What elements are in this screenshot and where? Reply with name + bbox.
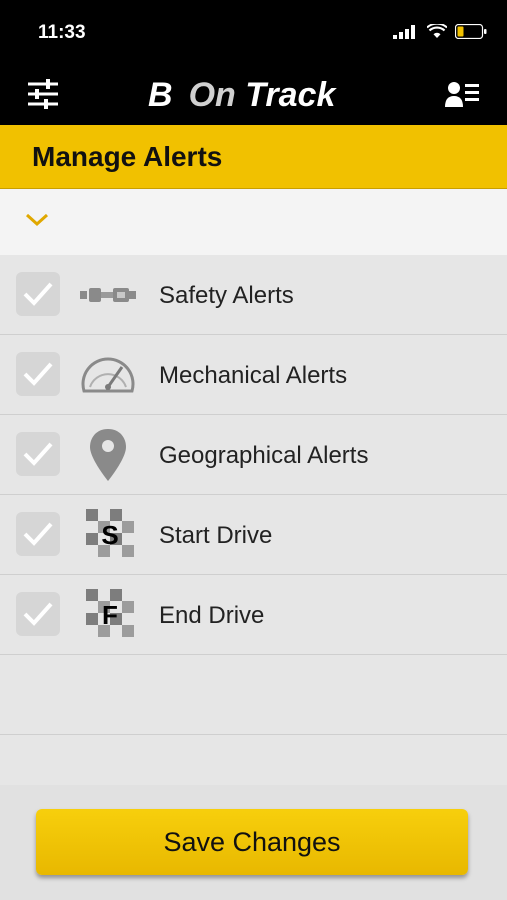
- start-flag-icon: S: [86, 509, 134, 557]
- list-spacer: [0, 655, 507, 735]
- status-bar: 11:33: [0, 0, 507, 65]
- profile-list-icon: [445, 82, 479, 107]
- flag-letter: S: [101, 520, 118, 550]
- seatbelt-icon: [80, 288, 136, 302]
- footer: Save Changes: [0, 785, 507, 900]
- settings-button[interactable]: [26, 77, 60, 111]
- list-item[interactable]: F End Drive: [0, 575, 507, 655]
- flag-letter: F: [102, 600, 118, 630]
- list-item[interactable]: Geographical Alerts: [0, 415, 507, 495]
- battery-icon: [455, 24, 487, 39]
- list-item[interactable]: Safety Alerts: [0, 255, 507, 335]
- alert-label: Mechanical Alerts: [159, 362, 348, 389]
- checkmark-icon: [23, 282, 53, 306]
- save-changes-button[interactable]: Save Changes: [36, 809, 468, 875]
- app-bar: B On Track: [0, 65, 507, 125]
- checkmark-icon: [23, 442, 53, 466]
- logo-on: On: [188, 76, 236, 114]
- checkbox[interactable]: [16, 592, 60, 636]
- page-title: Manage Alerts: [32, 141, 223, 172]
- list-item[interactable]: Mechanical Alerts: [0, 335, 507, 415]
- collapse-toggle[interactable]: [0, 189, 507, 256]
- app-logo: B On Track: [148, 73, 358, 117]
- alert-label: End Drive: [159, 602, 265, 629]
- checkbox[interactable]: [16, 432, 60, 476]
- status-time: 11:33: [38, 22, 86, 43]
- end-flag-icon: F: [86, 589, 134, 637]
- checkmark-icon: [23, 602, 53, 626]
- location-pin-icon: [90, 429, 126, 481]
- checkmark-icon: [23, 362, 53, 386]
- alert-label: Start Drive: [159, 522, 273, 549]
- cellular-signal-icon: [393, 24, 415, 39]
- checkmark-icon: [23, 522, 53, 546]
- checkbox[interactable]: [16, 272, 60, 316]
- checkbox[interactable]: [16, 352, 60, 396]
- alert-label: Safety Alerts: [159, 282, 294, 309]
- page-title-bar: Manage Alerts: [0, 125, 507, 189]
- checkbox[interactable]: [16, 512, 60, 556]
- alerts-list: Safety Alerts Mechanical Alerts Geograph…: [0, 255, 507, 735]
- wifi-icon: [427, 24, 447, 38]
- chevron-down-icon: [25, 213, 49, 227]
- list-item[interactable]: S Start Drive: [0, 495, 507, 575]
- profile-button[interactable]: [445, 77, 481, 111]
- logo-track: Track: [245, 76, 336, 114]
- logo-b: B: [148, 76, 173, 114]
- status-icons: [393, 24, 487, 39]
- sliders-icon: [28, 79, 58, 109]
- alert-label: Geographical Alerts: [159, 442, 369, 469]
- speedometer-icon: [81, 357, 135, 393]
